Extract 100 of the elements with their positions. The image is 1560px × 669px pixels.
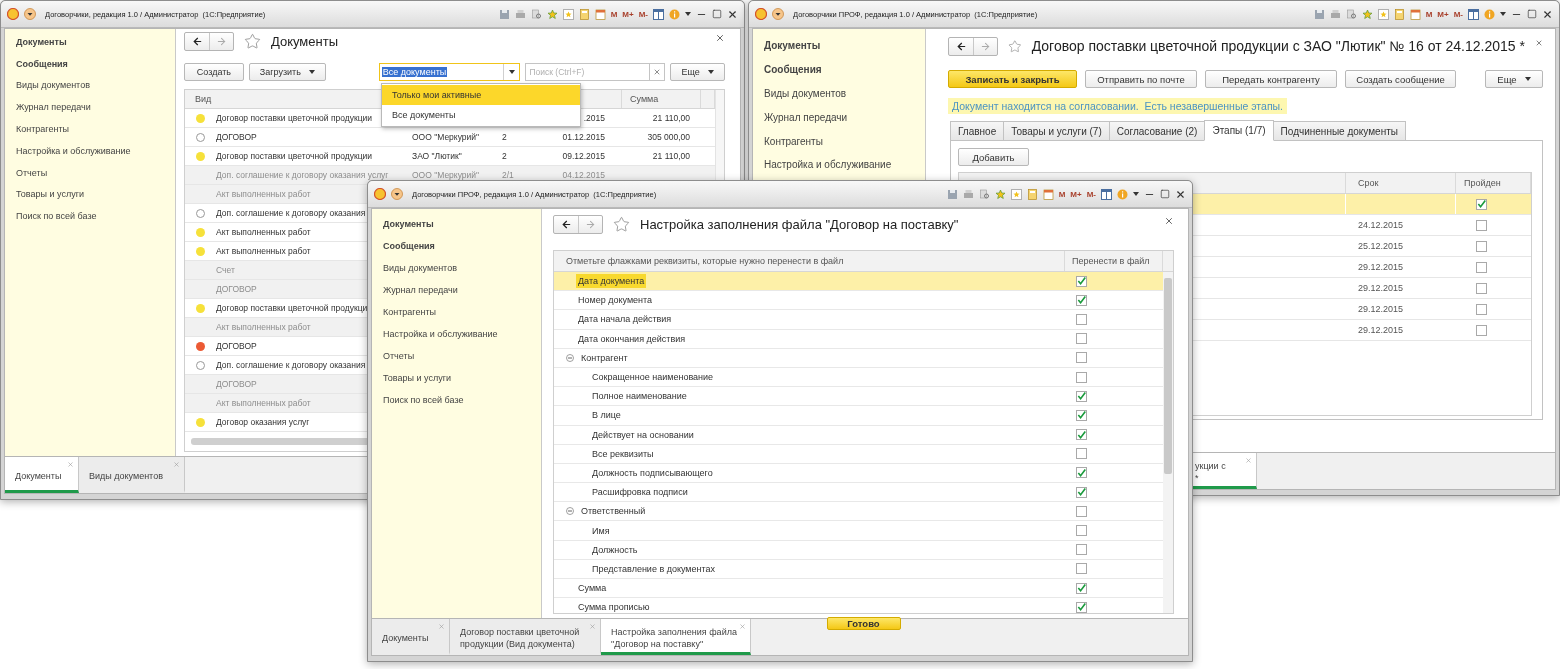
panel-icon[interactable] [1101, 188, 1112, 200]
checkbox[interactable] [1076, 601, 1087, 613]
close-icon[interactable] [1175, 188, 1186, 200]
action-button[interactable]: Записать и закрыть [948, 70, 1077, 88]
collapse-icon[interactable] [566, 353, 574, 362]
sidebar-item[interactable]: Контрагенты [383, 301, 436, 323]
sidebar-item[interactable]: Контрагенты [16, 118, 69, 140]
save-icon[interactable] [1313, 8, 1325, 20]
memory-button[interactable]: M+ [622, 9, 634, 19]
checkbox[interactable] [1076, 448, 1087, 460]
save-icon[interactable] [498, 8, 510, 20]
checkbox[interactable] [1476, 219, 1487, 231]
dropdown-option[interactable]: Все документы [382, 105, 580, 125]
menu-icon[interactable] [24, 8, 36, 20]
clear-button[interactable] [650, 63, 666, 81]
memory-button[interactable]: M+ [1070, 189, 1082, 199]
checkbox[interactable] [1076, 486, 1087, 498]
sidebar-item[interactable]: Виды документов [764, 81, 847, 106]
checkbox[interactable] [1076, 390, 1087, 402]
memory-button[interactable]: M [1058, 189, 1066, 199]
sidebar-item[interactable]: Сообщения [16, 52, 68, 75]
calculator-icon[interactable] [1393, 8, 1405, 20]
add-button[interactable]: Добавить [958, 148, 1029, 166]
sidebar-item[interactable]: Товары и услуги [16, 183, 84, 206]
window-tab[interactable]: Виды документов [79, 457, 185, 493]
toolbar-button[interactable]: Загрузить [248, 63, 326, 81]
checkbox[interactable] [1476, 261, 1487, 273]
panel-icon[interactable] [653, 8, 664, 20]
memory-button[interactable]: M+ [1437, 9, 1449, 19]
column-header[interactable]: Перенести в файл [1065, 251, 1163, 271]
sidebar-item[interactable]: Виды документов [16, 74, 90, 97]
add-favorite-icon[interactable] [546, 8, 558, 20]
collapse-icon[interactable] [566, 507, 574, 516]
sidebar-item[interactable]: Товары и услуги [383, 367, 451, 389]
checkbox[interactable] [1076, 352, 1087, 364]
checkbox[interactable] [1076, 275, 1087, 287]
action-button[interactable]: Создать сообщение [1345, 70, 1456, 88]
add-favorite-icon[interactable] [1361, 8, 1373, 20]
checkbox[interactable] [1476, 324, 1487, 336]
checkbox[interactable] [1476, 303, 1487, 315]
done-button[interactable]: Готово [826, 617, 901, 630]
star-icon[interactable] [1008, 37, 1022, 55]
close-icon[interactable] [727, 8, 738, 20]
sidebar-item[interactable]: Документы [383, 213, 434, 235]
checkbox[interactable] [1076, 544, 1087, 556]
sidebar-item[interactable]: Документы [16, 31, 67, 53]
sidebar-item[interactable]: Настройка и обслуживание [16, 140, 131, 162]
maximize-icon[interactable] [712, 9, 722, 19]
add-favorite-icon[interactable] [994, 188, 1006, 200]
search-field[interactable]: Поиск (Ctrl+F) [525, 63, 651, 81]
memory-button[interactable]: M- [1453, 9, 1463, 19]
memory-button[interactable]: M- [638, 9, 648, 19]
sidebar-item[interactable]: Журнал передачи [383, 279, 458, 301]
window-tab[interactable]: Договор поставки цветочной продукции (Вид документа) [450, 619, 601, 655]
close-icon[interactable] [1542, 8, 1553, 20]
info-icon[interactable] [669, 8, 680, 20]
filter-field[interactable]: Все документы [378, 63, 521, 81]
calendar-icon[interactable] [594, 8, 606, 20]
sidebar-item[interactable]: Журнал передачи [16, 96, 91, 119]
checkbox[interactable] [1076, 313, 1087, 325]
panel-icon[interactable] [1468, 8, 1479, 20]
close-icon[interactable] [1164, 216, 1174, 226]
dropdown-option[interactable]: Только мои активные [382, 85, 580, 105]
checkbox[interactable] [1076, 505, 1087, 517]
checkbox[interactable] [1076, 563, 1087, 575]
sidebar-item[interactable]: Поиск по всей базе [16, 205, 97, 228]
sidebar-item[interactable]: Виды документов [383, 257, 457, 279]
calendar-icon[interactable] [1042, 188, 1054, 200]
checkbox[interactable] [1476, 198, 1487, 210]
sidebar-item[interactable]: Настройка и обслуживание [383, 323, 498, 345]
sidebar-item[interactable]: Настройка и обслуживание [764, 153, 892, 177]
window-tab[interactable]: Документы [5, 457, 79, 493]
column-header[interactable]: Отметьте флажками реквизиты, которые нужно перенести в файл [554, 251, 1065, 271]
checkbox[interactable] [1076, 409, 1087, 421]
maximize-icon[interactable] [1527, 9, 1537, 19]
sidebar-item[interactable]: Отчеты [16, 161, 48, 184]
action-button[interactable]: Отправить по почте [1085, 70, 1197, 88]
column-header[interactable]: Пройден [1456, 173, 1531, 193]
column-header[interactable]: Сумма [622, 90, 701, 108]
favorites-icon[interactable] [1377, 8, 1389, 20]
print-icon[interactable] [514, 8, 526, 20]
star-icon[interactable] [613, 215, 630, 233]
action-button[interactable]: Передать контрагенту [1205, 70, 1337, 88]
preview-icon[interactable] [1345, 8, 1357, 20]
window-tab[interactable]: Документы [372, 619, 450, 655]
column-header[interactable]: Срок [1346, 173, 1456, 193]
sidebar-item[interactable]: Сообщения [383, 235, 435, 257]
checkbox[interactable] [1476, 282, 1487, 294]
favorites-icon[interactable] [1010, 188, 1022, 200]
checkbox[interactable] [1076, 467, 1087, 479]
tab[interactable]: Подчиненные документы [1272, 121, 1406, 141]
sidebar-item[interactable]: Контрагенты [764, 129, 823, 153]
tab[interactable]: Главное [950, 121, 1005, 141]
memory-button[interactable]: M [610, 9, 618, 19]
calculator-icon[interactable] [578, 8, 590, 20]
checkbox[interactable] [1076, 582, 1087, 594]
sidebar-item[interactable]: Поиск по всей базе [383, 389, 464, 411]
sidebar-item[interactable]: Документы [764, 34, 821, 58]
sidebar-item[interactable]: Сообщения [764, 57, 822, 82]
save-icon[interactable] [946, 188, 958, 200]
